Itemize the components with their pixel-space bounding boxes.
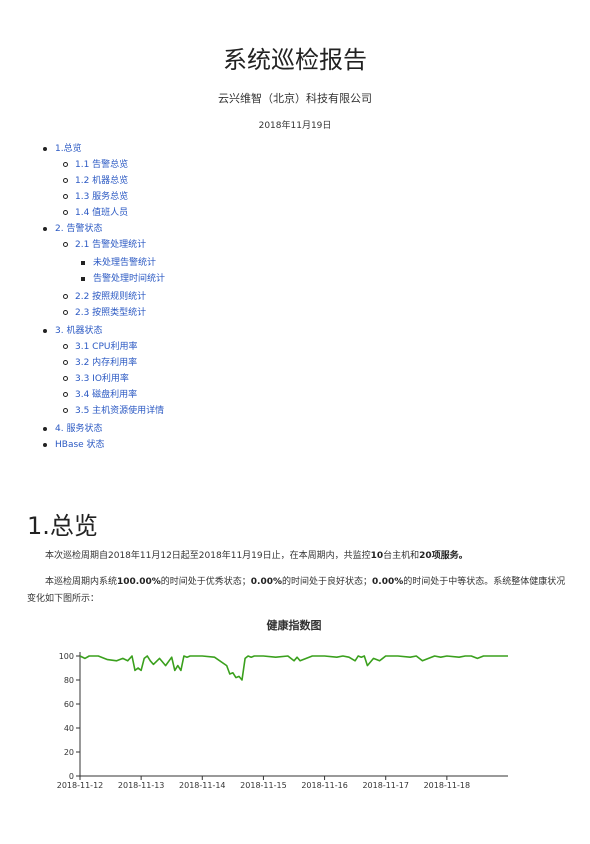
- toc-link-hbase-status[interactable]: HBase 状态: [55, 440, 105, 450]
- y-tick-label: 0: [69, 772, 74, 781]
- chart-title: 健康指数图: [267, 618, 322, 632]
- y-tick-label: 60: [64, 700, 74, 709]
- toc-item: 告警处理时间统计: [79, 271, 165, 287]
- toc-link-overview[interactable]: 1.总览: [55, 144, 82, 154]
- toc-item: 2.1 告警处理统计 未处理告警统计 告警处理时间统计: [61, 237, 165, 287]
- paragraph-text: 的时间处于优秀状态；: [160, 577, 251, 587]
- toc-item: 1.4 值班人员: [61, 205, 165, 221]
- overview-paragraph: 本次巡检周期自2018年11月12日起至2018年11月19日止，在本周期内，共…: [27, 548, 567, 565]
- host-count: 10: [370, 551, 384, 561]
- paragraph-text: 项服务。: [431, 551, 468, 561]
- toc-item: 3.5 主机资源使用详情: [61, 403, 165, 419]
- toc-link[interactable]: 3.2 内存利用率: [75, 358, 137, 368]
- toc-link[interactable]: 3.3 IO利用率: [75, 374, 129, 384]
- report-title: 系统巡检报告: [223, 46, 367, 74]
- toc-item: 3.3 IO利用率: [61, 371, 165, 387]
- toc-link[interactable]: 1.3 服务总览: [75, 192, 128, 202]
- x-tick-label: 2018-11-16: [301, 781, 348, 790]
- report-date: 2018年11月19日: [258, 121, 332, 131]
- health-summary-paragraph: 本巡检周期内系统100.00%的时间处于优秀状态；0.00%的时间处于良好状态；…: [27, 574, 567, 608]
- toc-item: 4. 服务状态: [41, 421, 165, 437]
- excellent-percent: 100.00%: [117, 577, 161, 587]
- paragraph-text: 的时间处于良好状态；: [282, 577, 373, 587]
- toc-item: 1.3 服务总览: [61, 189, 165, 205]
- toc-item: 2.2 按照规则统计: [61, 289, 165, 305]
- service-count: 20: [419, 551, 432, 561]
- toc-link-alarm-status[interactable]: 2. 告警状态: [55, 224, 102, 234]
- y-tick-label: 20: [64, 748, 74, 757]
- toc-item: HBase 状态: [41, 437, 165, 453]
- toc-item: 1.2 机器总览: [61, 173, 165, 189]
- health-index-chart: 健康指数图 0 20 40 60 80 100 2018-11-12 2018-11-13 20…: [57, 618, 508, 790]
- company-name: 云兴维智（北京）科技有限公司: [218, 92, 372, 105]
- x-tick-label: 2018-11-13: [118, 781, 165, 790]
- toc-link[interactable]: 3.1 CPU利用率: [75, 342, 137, 352]
- toc-link[interactable]: 2.3 按照类型统计: [75, 308, 146, 318]
- toc-link[interactable]: 3.4 磁盘利用率: [75, 390, 137, 400]
- toc-item: 2. 告警状态 2.1 告警处理统计 未处理告警统计 告警处理时间统计 2.2 …: [41, 221, 165, 321]
- toc-link[interactable]: 告警处理时间统计: [93, 274, 165, 284]
- toc-item: 3.2 内存利用率: [61, 355, 165, 371]
- toc-item: 1.1 告警总览: [61, 157, 165, 173]
- x-tick-label: 2018-11-18: [424, 781, 471, 790]
- toc-link-service-status[interactable]: 4. 服务状态: [55, 424, 102, 434]
- x-tick-label: 2018-11-15: [240, 781, 287, 790]
- toc-link-machine-status[interactable]: 3. 机器状态: [55, 326, 102, 336]
- toc-item: 3.4 磁盘利用率: [61, 387, 165, 403]
- toc-item: 2.3 按照类型统计: [61, 305, 165, 321]
- paragraph-text: 本巡检周期内系统: [45, 577, 118, 587]
- toc-link[interactable]: 1.4 值班人员: [75, 208, 128, 218]
- section-heading-overview: 1.总览: [27, 512, 98, 540]
- toc-item: 3. 机器状态 3.1 CPU利用率 3.2 内存利用率 3.3 IO利用率 3…: [41, 323, 165, 419]
- y-tick-label: 80: [64, 676, 74, 685]
- medium-percent: 0.00%: [372, 577, 404, 587]
- x-tick-label: 2018-11-14: [179, 781, 226, 790]
- report-page: 系统巡检报告 云兴维智（北京）科技有限公司 2018年11月19日 1.总览 1…: [0, 0, 590, 844]
- x-tick-label: 2018-11-17: [362, 781, 409, 790]
- table-of-contents: 1.总览 1.1 告警总览 1.2 机器总览 1.3 服务总览 1.4 值班人员…: [41, 141, 165, 453]
- health-index-line: [79, 655, 508, 681]
- x-tick-label: 2018-11-12: [57, 781, 104, 790]
- chart-plot-area: 0 20 40 60 80 100 2018-11-12 2018-11-13 2018-11-…: [57, 652, 508, 790]
- toc-item: 1.总览 1.1 告警总览 1.2 机器总览 1.3 服务总览 1.4 值班人员: [41, 141, 165, 221]
- toc-item: 3.1 CPU利用率: [61, 339, 165, 355]
- toc-link[interactable]: 1.2 机器总览: [75, 176, 128, 186]
- good-percent: 0.00%: [250, 577, 283, 587]
- toc-link[interactable]: 2.1 告警处理统计: [75, 240, 146, 250]
- toc-link[interactable]: 2.2 按照规则统计: [75, 292, 146, 302]
- toc-link[interactable]: 3.5 主机资源使用详情: [75, 406, 164, 416]
- paragraph-text: 台主机和: [383, 551, 420, 561]
- toc-link[interactable]: 未处理告警统计: [93, 258, 156, 268]
- y-tick-label: 100: [59, 652, 74, 661]
- y-tick-label: 40: [64, 724, 74, 733]
- toc-link[interactable]: 1.1 告警总览: [75, 160, 128, 170]
- toc-item: 未处理告警统计: [79, 255, 165, 271]
- paragraph-text: 本次巡检周期自2018年11月12日起至2018年11月19日止，在本周期内，共…: [45, 551, 371, 561]
